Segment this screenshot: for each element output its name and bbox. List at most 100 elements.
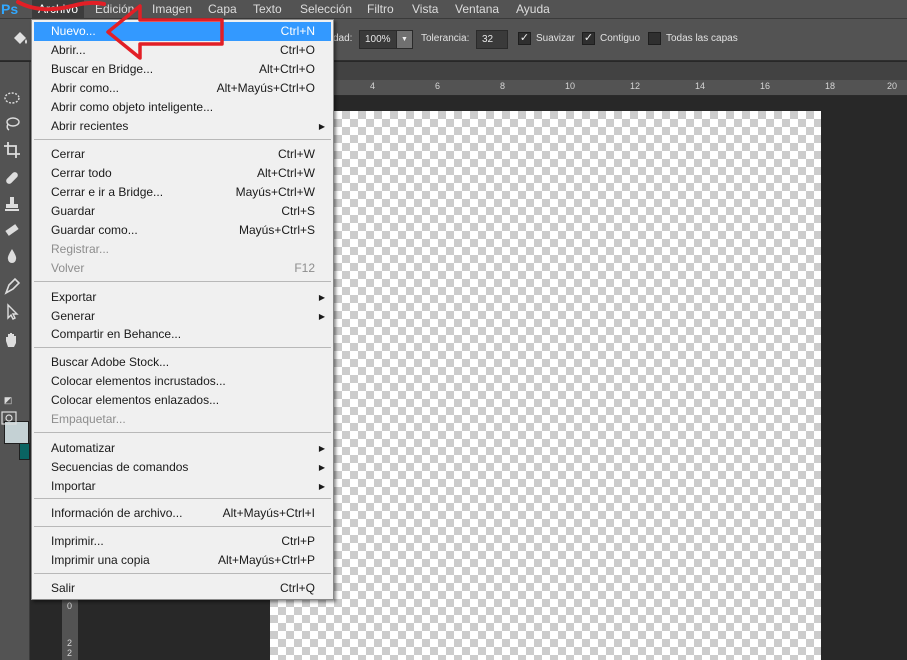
- menu-item-secuencias-de-comandos[interactable]: Secuencias de comandos ▶: [34, 458, 331, 477]
- menu-item-label: Guardar como...: [51, 223, 138, 237]
- clone-stamp-icon[interactable]: [0, 192, 24, 216]
- smooth-checkbox[interactable]: ✓: [518, 32, 531, 45]
- menu-seleccion[interactable]: Selección: [294, 0, 358, 19]
- menu-filtro[interactable]: Filtro: [361, 0, 400, 19]
- ruler-number: 0: [67, 601, 73, 611]
- submenu-arrow-icon: ▶: [318, 463, 325, 472]
- menu-item-abrir-recientes[interactable]: Abrir recientes ▶: [34, 117, 331, 136]
- menu-texto[interactable]: Texto: [247, 0, 288, 19]
- crop-tool-icon[interactable]: [0, 138, 24, 162]
- blur-drop-icon[interactable]: [0, 244, 24, 268]
- menu-separator: [34, 281, 331, 282]
- healing-brush-icon[interactable]: [0, 166, 24, 190]
- submenu-arrow-icon: ▶: [318, 312, 325, 321]
- ruler-number: 8: [500, 81, 506, 91]
- menu-item-registrar: Registrar...: [34, 240, 331, 259]
- menu-item-abrir[interactable]: Abrir... Ctrl+O: [34, 41, 331, 60]
- menu-item-guardar[interactable]: Guardar Ctrl+S: [34, 202, 331, 221]
- opacity-field[interactable]: 100%: [359, 30, 397, 49]
- ruler-number: 6: [435, 81, 441, 91]
- ruler-number: 20: [887, 81, 898, 91]
- menu-item-informacion-de-archivo[interactable]: Información de archivo... Alt+Mayús+Ctrl…: [34, 504, 331, 523]
- eraser-icon[interactable]: [0, 218, 24, 242]
- menu-separator: [34, 526, 331, 527]
- menu-imagen[interactable]: Imagen: [146, 0, 198, 19]
- menu-item-buscar-adobe-stock[interactable]: Buscar Adobe Stock...: [34, 353, 331, 372]
- menu-item-shortcut: Ctrl+P: [281, 534, 315, 548]
- menu-bar: Ps Archivo Edición Imagen Capa Texto Sel…: [0, 0, 907, 19]
- menu-item-shortcut: F12: [294, 261, 315, 275]
- menu-item-label: Compartir en Behance...: [51, 327, 182, 341]
- menu-item-cerrar-todo[interactable]: Cerrar todo Alt+Ctrl+W: [34, 164, 331, 183]
- opacity-dropdown[interactable]: ▼: [396, 30, 413, 49]
- menu-item-colocar-incrustados[interactable]: Colocar elementos incrustados...: [34, 372, 331, 391]
- path-selection-icon[interactable]: [0, 300, 24, 324]
- contiguous-label: Contiguo: [600, 33, 641, 44]
- menu-item-shortcut: Ctrl+N: [280, 24, 315, 38]
- menu-item-label: Generar: [51, 309, 96, 323]
- menu-item-shortcut: Ctrl+W: [278, 147, 315, 161]
- menu-item-automatizar[interactable]: Automatizar ▶: [34, 439, 331, 458]
- menu-ventana[interactable]: Ventana: [449, 0, 505, 19]
- menu-item-label: Buscar en Bridge...: [51, 62, 154, 76]
- menu-item-label: Registrar...: [51, 242, 110, 256]
- menu-item-label: Imprimir...: [51, 534, 104, 548]
- submenu-arrow-icon: ▶: [318, 444, 325, 453]
- opacity-label: dad:: [333, 33, 353, 44]
- menu-separator: [34, 498, 331, 499]
- menu-item-label: Buscar Adobe Stock...: [51, 355, 170, 369]
- menu-item-imprimir-una-copia[interactable]: Imprimir una copia Alt+Mayús+Ctrl+P: [34, 551, 331, 570]
- menu-item-colocar-enlazados[interactable]: Colocar elementos enlazados...: [34, 391, 331, 410]
- menu-item-compartir-en-behance[interactable]: Compartir en Behance...: [34, 325, 331, 344]
- menu-edicion[interactable]: Edición: [89, 0, 140, 19]
- hand-tool-icon[interactable]: [0, 328, 24, 352]
- menu-archivo[interactable]: Archivo: [32, 0, 85, 19]
- ruler-number: 2: [67, 638, 73, 648]
- menu-vista[interactable]: Vista: [406, 0, 444, 19]
- menu-item-generar[interactable]: Generar ▶: [34, 307, 331, 326]
- all-layers-checkbox[interactable]: [648, 32, 661, 45]
- menu-item-label: Cerrar todo: [51, 166, 112, 180]
- menu-item-label: Información de archivo...: [51, 506, 183, 520]
- menu-item-buscar-en-bridge[interactable]: Buscar en Bridge... Alt+Ctrl+O: [34, 60, 331, 79]
- vertical-ruler: 0 2 2: [62, 596, 78, 660]
- menu-item-imprimir[interactable]: Imprimir... Ctrl+P: [34, 532, 331, 551]
- contiguous-checkbox[interactable]: ✓: [582, 32, 595, 45]
- ruler-number: 14: [695, 81, 706, 91]
- menu-item-shortcut: Mayús+Ctrl+S: [238, 223, 315, 237]
- menu-item-guardar-como[interactable]: Guardar como... Mayús+Ctrl+S: [34, 221, 331, 240]
- menu-item-label: Cerrar e ir a Bridge...: [51, 185, 164, 199]
- menu-item-shortcut: Alt+Mayús+Ctrl+I: [222, 506, 315, 520]
- menu-item-label: Volver: [51, 261, 85, 275]
- ruler-number: 12: [630, 81, 641, 91]
- tolerance-field[interactable]: 32: [476, 30, 508, 49]
- menu-item-cerrar-e-ir-a-bridge[interactable]: Cerrar e ir a Bridge... Mayús+Ctrl+W: [34, 183, 331, 202]
- menu-item-exportar[interactable]: Exportar ▶: [34, 288, 331, 307]
- menu-item-abrir-como[interactable]: Abrir como... Alt+Mayús+Ctrl+O: [34, 79, 331, 98]
- ruler-number: 4: [370, 81, 376, 91]
- menu-item-importar[interactable]: Importar ▶: [34, 477, 331, 496]
- menu-capa[interactable]: Capa: [202, 0, 243, 19]
- menu-ayuda[interactable]: Ayuda: [510, 0, 556, 19]
- menu-item-label: Automatizar: [51, 441, 116, 455]
- menu-item-shortcut: Ctrl+S: [281, 204, 315, 218]
- submenu-arrow-icon: ▶: [318, 122, 325, 131]
- menu-item-shortcut: Alt+Ctrl+O: [258, 62, 315, 76]
- background-color-swatch[interactable]: [19, 443, 30, 460]
- photoshop-logo: Ps: [1, 1, 19, 17]
- menu-item-salir[interactable]: Salir Ctrl+Q: [34, 579, 331, 598]
- paint-bucket-icon[interactable]: [10, 29, 30, 49]
- marquee-tool-icon[interactable]: [0, 86, 24, 110]
- menu-item-shortcut: Alt+Mayús+Ctrl+P: [217, 553, 315, 567]
- lasso-tool-icon[interactable]: [0, 112, 24, 136]
- pen-tool-icon[interactable]: [0, 274, 24, 298]
- menu-item-nuevo[interactable]: Nuevo... Ctrl+N: [34, 22, 331, 41]
- menu-item-shortcut: Alt+Mayús+Ctrl+O: [216, 81, 315, 95]
- document-canvas[interactable]: [270, 111, 821, 660]
- menu-item-label: Exportar: [51, 290, 97, 304]
- menu-item-shortcut: Alt+Ctrl+W: [256, 166, 315, 180]
- menu-item-abrir-como-objeto[interactable]: Abrir como objeto inteligente...: [34, 98, 331, 117]
- menu-item-cerrar[interactable]: Cerrar Ctrl+W: [34, 145, 331, 164]
- quick-mask-icon[interactable]: [0, 408, 21, 432]
- all-layers-label: Todas las capas: [666, 33, 738, 44]
